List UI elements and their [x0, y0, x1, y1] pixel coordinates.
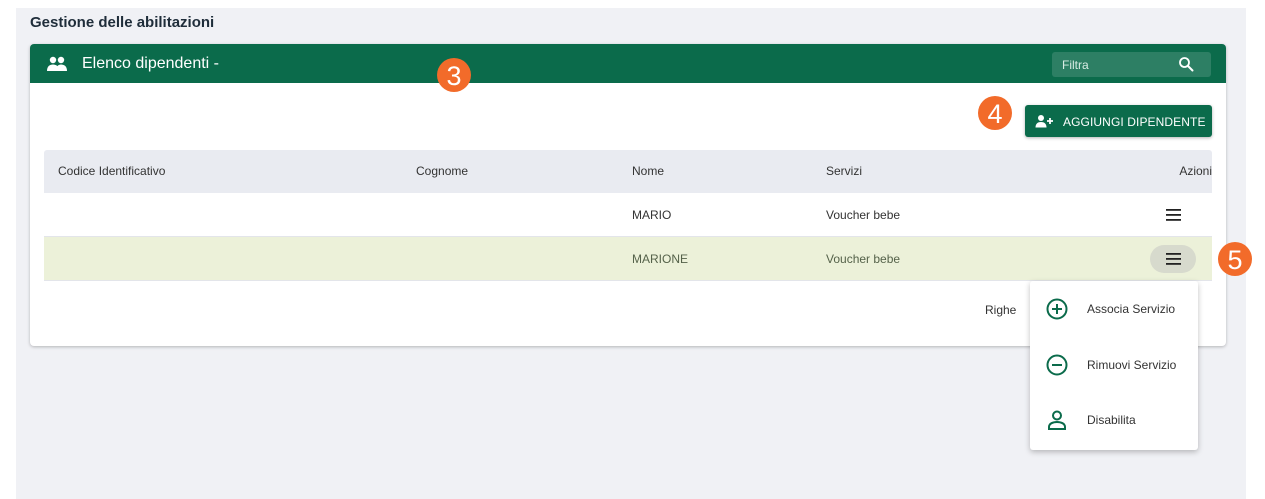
- row-actions-menu: Associa Servizio Rimuovi Servizio Disabi…: [1030, 281, 1198, 450]
- menu-icon: [1166, 253, 1181, 265]
- minus-circle-icon: [1046, 354, 1068, 376]
- column-header-servizi[interactable]: Servizi: [826, 164, 862, 178]
- add-employee-label: AGGIUNGI DIPENDENTE: [1063, 115, 1206, 129]
- menu-icon: [1166, 209, 1181, 221]
- card-header: Elenco dipendenti -: [30, 44, 1226, 83]
- filter-input[interactable]: [1052, 52, 1172, 77]
- person-icon: [1048, 410, 1066, 430]
- row-actions-button[interactable]: [1150, 201, 1196, 229]
- menu-item-rimuovi-servizio[interactable]: Rimuovi Servizio: [1030, 345, 1198, 385]
- add-person-icon: [1035, 115, 1053, 128]
- cell-nome: MARIONE: [632, 252, 689, 266]
- table-header-row: Codice Identificativo Cognome Nome Servi…: [44, 150, 1212, 193]
- menu-item-associa-servizio[interactable]: Associa Servizio: [1030, 289, 1198, 329]
- page-title: Gestione delle abilitazioni: [30, 14, 215, 31]
- search-icon[interactable]: [1178, 56, 1194, 72]
- plus-circle-icon: [1046, 298, 1068, 320]
- people-icon: [47, 56, 67, 71]
- cell-servizi: Voucher bebe: [826, 208, 901, 222]
- menu-item-label: Disabilita: [1087, 413, 1136, 427]
- cell-nome: MARIO: [632, 208, 672, 222]
- table-row[interactable]: MARIO Voucher bebe: [44, 193, 1212, 237]
- rows-per-page-label: Righe: [985, 303, 1017, 317]
- cell-servizi: Voucher bebe: [826, 252, 901, 266]
- row-actions-button[interactable]: [1150, 245, 1196, 273]
- card-title: Elenco dipendenti -: [82, 55, 219, 72]
- step-marker-4: 4: [978, 96, 1012, 130]
- menu-item-disabilita[interactable]: Disabilita: [1030, 400, 1198, 440]
- column-header-azioni: Azioni: [1179, 164, 1212, 178]
- menu-item-label: Rimuovi Servizio: [1087, 358, 1177, 372]
- column-header-cognome[interactable]: Cognome: [416, 164, 468, 178]
- step-marker-3: 3: [437, 58, 471, 92]
- add-employee-button[interactable]: AGGIUNGI DIPENDENTE: [1025, 105, 1212, 137]
- column-header-codice[interactable]: Codice Identificativo: [58, 164, 165, 178]
- filter-box: [1052, 52, 1211, 77]
- column-header-nome[interactable]: Nome: [632, 164, 664, 178]
- employees-table: Codice Identificativo Cognome Nome Servi…: [44, 150, 1212, 281]
- table-row[interactable]: MARIONE Voucher bebe: [44, 237, 1212, 281]
- step-marker-5: 5: [1218, 242, 1252, 276]
- menu-item-label: Associa Servizio: [1087, 302, 1176, 316]
